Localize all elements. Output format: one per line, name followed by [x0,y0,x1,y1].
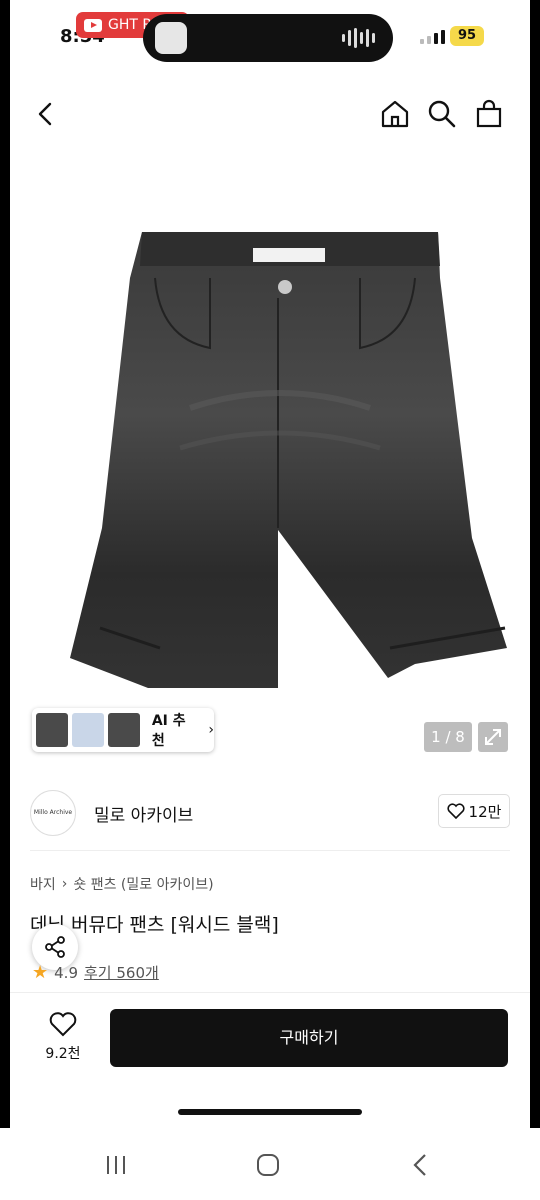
home-indicator[interactable] [178,1109,362,1115]
brand-name[interactable]: 밀로 아카이브 [94,801,193,826]
thumbnail-3[interactable] [107,713,140,747]
recent-apps-icon[interactable] [96,1150,136,1180]
heart-icon [447,803,465,819]
ai-recommend-label[interactable]: AI 추천 [152,710,199,750]
shopping-bag-icon[interactable] [469,94,509,134]
bottom-action-bar: 9.2천 구매하기 [10,992,530,1089]
app-frame: 8:54 GHT PASS 95 [10,0,530,1128]
system-nav-bar [0,1128,540,1200]
buy-button[interactable]: 구매하기 [110,1009,508,1067]
audio-wave-icon [342,28,375,48]
brand-row: Millo Archive 밀로 아카이브 12만 [10,784,530,840]
wishlist-button[interactable]: 9.2천 [38,1011,88,1063]
expand-icon[interactable] [478,722,508,752]
star-icon: ★ [32,962,49,983]
brand-like-count: 12만 [468,802,502,821]
breadcrumb-item[interactable]: 숏 팬츠 (밀로 아카이브) [73,874,213,894]
brand-logo[interactable]: Millo Archive [30,790,76,836]
battery-indicator: 95 [450,26,484,46]
breadcrumb-item[interactable]: 바지 [30,874,56,894]
search-icon[interactable] [422,94,462,134]
image-counter: 1 / 8 [424,722,472,752]
home-button-icon[interactable] [248,1150,288,1180]
home-icon[interactable] [375,94,415,134]
chevron-right-icon: › [208,722,215,738]
thumbnail-2[interactable] [71,713,104,747]
wishlist-count: 9.2천 [45,1046,81,1062]
rating-row: ★ 4.9 후기 560개 [32,962,159,983]
top-nav [10,84,530,144]
thumbnail-1[interactable] [36,713,68,747]
divider [30,850,510,851]
product-image-gallery[interactable]: AI 추천 › 1 / 8 [10,148,530,774]
rating-value: 4.9 [54,963,78,982]
status-bar: 8:54 GHT PASS 95 [10,0,530,66]
media-thumbnail [155,22,187,54]
back-button-icon[interactable] [400,1150,440,1180]
dynamic-island[interactable] [143,14,393,62]
breadcrumb: 바지 › 숏 팬츠 (밀로 아카이브) [30,874,214,894]
thumbnail-strip[interactable]: AI 추천 › [32,708,214,752]
chevron-right-icon: › [61,876,68,892]
brand-like-button[interactable]: 12만 [438,794,510,828]
youtube-icon [84,18,102,32]
denim-shorts-image [70,232,507,688]
signal-icon [420,30,445,44]
heart-icon [49,1012,77,1037]
back-icon[interactable] [26,94,66,134]
review-link[interactable]: 후기 560개 [84,962,159,983]
